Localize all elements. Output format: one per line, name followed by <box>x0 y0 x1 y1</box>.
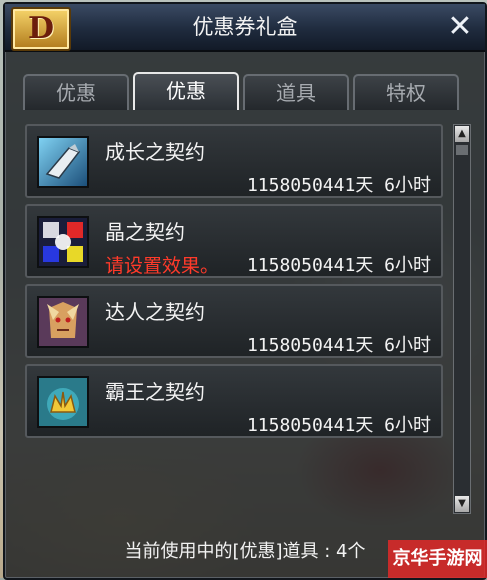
scroll-up-button[interactable]: ▲ <box>455 126 469 142</box>
tab-privileges[interactable]: 特权 <box>353 74 459 110</box>
coupon-gift-box-window: D 优惠券礼盒 ✕ 优惠 优惠 道具 特权 成长之契约 1158050441天 … <box>3 2 487 580</box>
item-duration: 1158050441天 6小时 <box>246 175 431 196</box>
scroll-down-button[interactable]: ▼ <box>455 496 469 512</box>
site-watermark: 京华手游网 <box>388 540 487 578</box>
overlord-contract-icon <box>37 376 89 428</box>
item-name: 晶之契约 <box>105 220 185 244</box>
window-title: 优惠券礼盒 <box>192 15 298 39</box>
item-name: 霸王之契约 <box>105 380 205 404</box>
item-list: 成长之契约 1158050441天 6小时 晶之契约 请设置效果。 115805… <box>25 124 443 514</box>
item-name: 达人之契约 <box>105 300 205 324</box>
tab-items[interactable]: 道具 <box>243 74 349 110</box>
item-name: 成长之契约 <box>105 140 205 164</box>
scrollbar[interactable]: ▲ ▼ <box>453 124 471 514</box>
item-duration: 1158050441天 6小时 <box>246 255 431 276</box>
crystal-contract-icon <box>37 216 89 268</box>
tab-coupon-1[interactable]: 优惠 <box>23 74 129 110</box>
growth-contract-icon <box>37 136 89 188</box>
item-duration: 1158050441天 6小时 <box>246 415 431 436</box>
scroll-thumb[interactable] <box>456 145 468 155</box>
list-item[interactable]: 成长之契约 1158050441天 6小时 <box>25 124 443 198</box>
list-item[interactable]: 霸王之契约 1158050441天 6小时 <box>25 364 443 438</box>
close-button[interactable]: ✕ <box>443 10 477 44</box>
tab-coupon-2[interactable]: 优惠 <box>133 72 239 110</box>
tab-bar: 优惠 优惠 道具 特权 <box>23 72 463 110</box>
item-warning: 请设置效果。 <box>105 255 220 277</box>
list-item[interactable]: 达人之契约 1158050441天 6小时 <box>25 284 443 358</box>
list-item[interactable]: 晶之契约 请设置效果。 1158050441天 6小时 <box>25 204 443 278</box>
title-bar: D 优惠券礼盒 ✕ <box>5 4 485 52</box>
item-duration: 1158050441天 6小时 <box>246 335 431 356</box>
expert-contract-icon <box>37 296 89 348</box>
